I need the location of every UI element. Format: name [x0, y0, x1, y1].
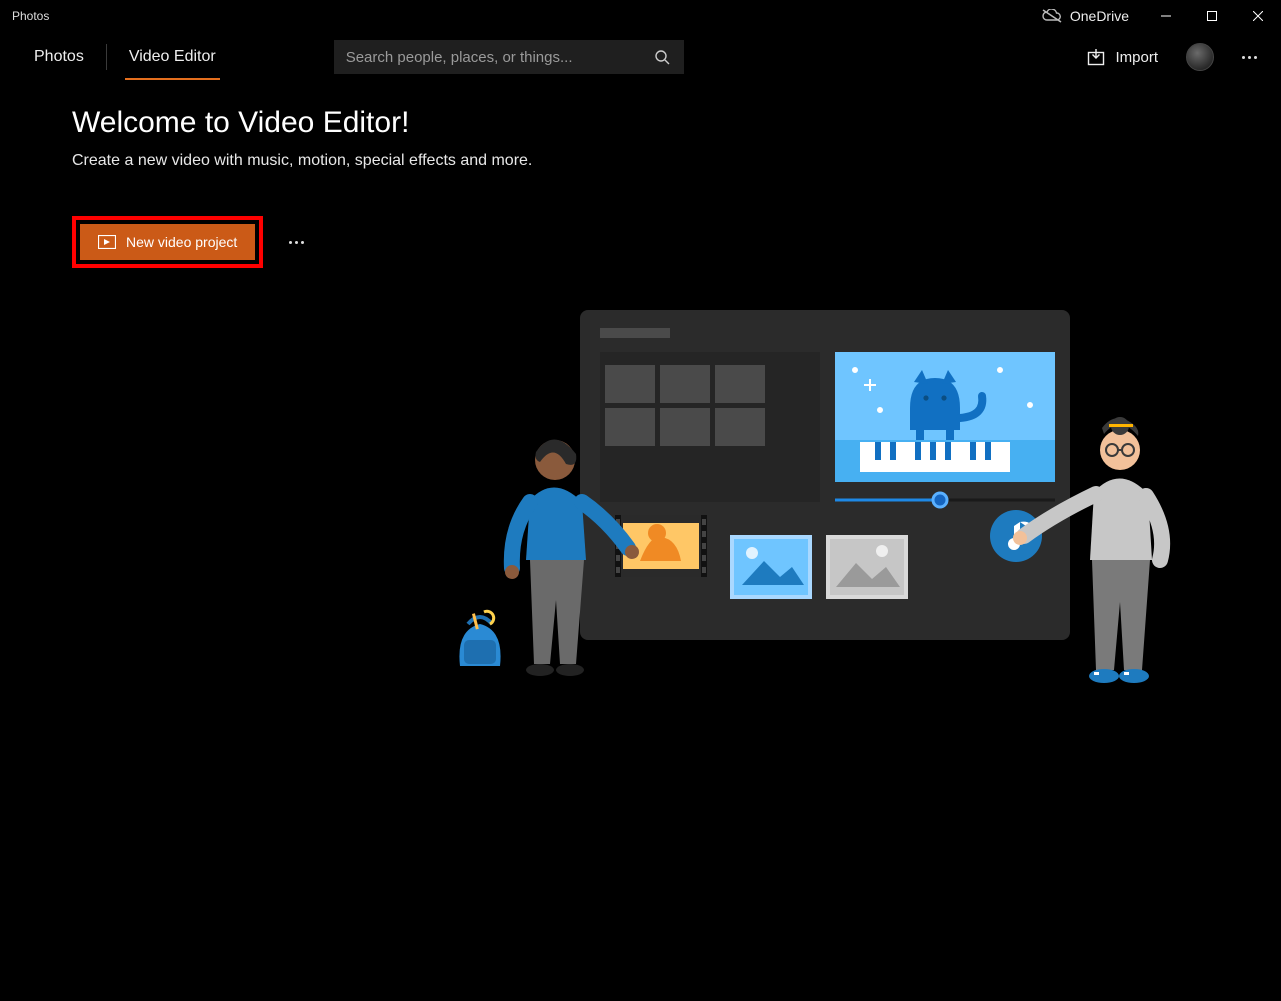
tab-separator: [106, 44, 107, 70]
page-subtitle: Create a new video with music, motion, s…: [72, 152, 1209, 170]
search-input[interactable]: [346, 49, 672, 66]
tab-video-editor-label: Video Editor: [129, 48, 216, 66]
toolbar: Photos Video Editor Import: [0, 32, 1281, 82]
titlebar: Photos OneDrive: [0, 0, 1281, 32]
tab-photos[interactable]: Photos: [16, 32, 102, 82]
main-content: Welcome to Video Editor! Create a new vi…: [0, 82, 1281, 292]
search-box[interactable]: [334, 40, 684, 74]
import-label: Import: [1115, 49, 1158, 66]
titlebar-left: Photos: [12, 9, 49, 23]
highlight-box: New video project: [72, 216, 263, 268]
user-avatar[interactable]: [1186, 43, 1214, 71]
minimize-button[interactable]: [1143, 0, 1189, 32]
nav-tabs: Photos Video Editor: [16, 32, 234, 82]
new-video-label: New video project: [126, 234, 237, 250]
titlebar-right: OneDrive: [1042, 0, 1281, 32]
cloud-off-icon: [1042, 9, 1062, 23]
toolbar-right: Import: [1079, 42, 1265, 72]
tab-video-editor[interactable]: Video Editor: [111, 32, 234, 82]
onedrive-label: OneDrive: [1070, 8, 1129, 24]
tab-photos-label: Photos: [34, 48, 84, 66]
onedrive-status[interactable]: OneDrive: [1042, 8, 1129, 24]
hero-illustration: [440, 310, 1180, 710]
new-video-project-button[interactable]: New video project: [80, 224, 255, 260]
action-row: New video project: [72, 216, 1209, 268]
video-project-icon: [98, 235, 116, 249]
app-title: Photos: [12, 9, 49, 23]
import-icon: [1087, 48, 1105, 66]
close-button[interactable]: [1235, 0, 1281, 32]
import-button[interactable]: Import: [1079, 42, 1166, 72]
search-wrap: [334, 40, 684, 74]
search-icon: [654, 49, 670, 65]
see-more-button[interactable]: [1234, 48, 1265, 67]
video-more-button[interactable]: [281, 233, 312, 252]
page-title: Welcome to Video Editor!: [72, 106, 1209, 140]
maximize-button[interactable]: [1189, 0, 1235, 32]
